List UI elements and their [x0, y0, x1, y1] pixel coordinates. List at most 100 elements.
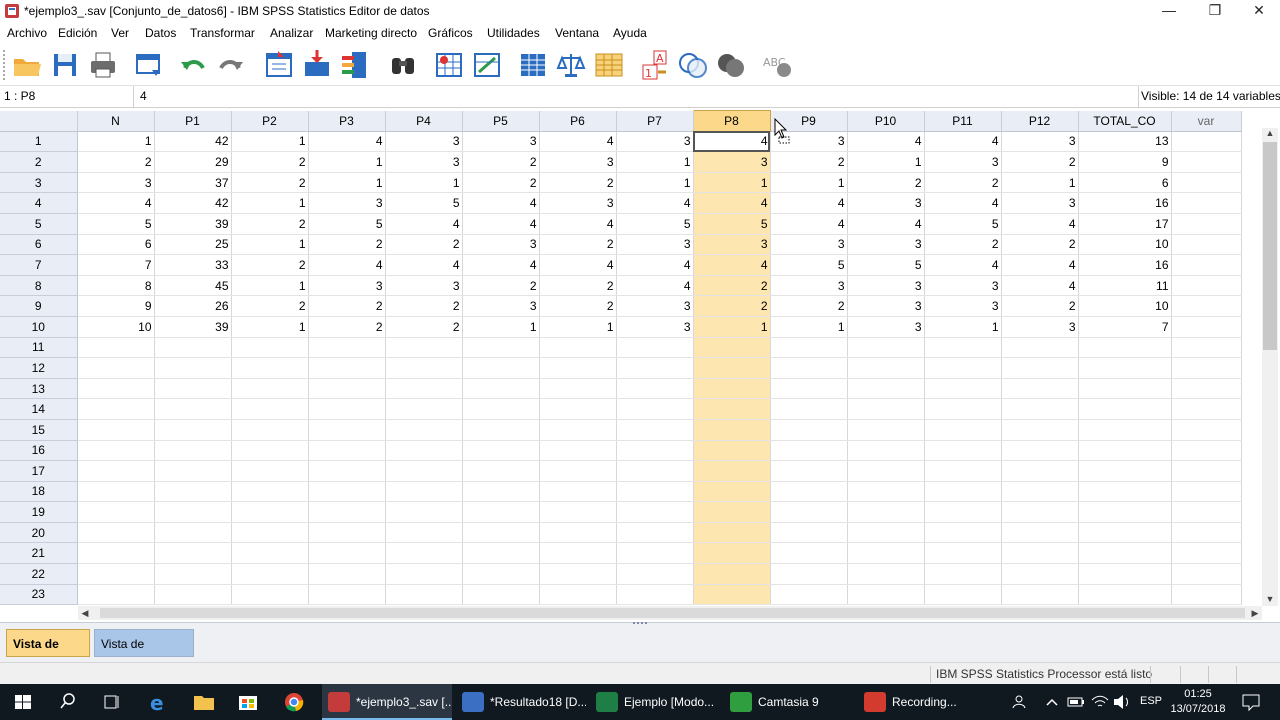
data-cell[interactable]: [693, 357, 771, 379]
data-cell[interactable]: 5: [770, 254, 848, 276]
data-cell[interactable]: 4: [539, 213, 617, 235]
tab-data-view[interactable]: Vista de datos: [6, 629, 90, 679]
search-icon[interactable]: [58, 684, 78, 720]
close-button[interactable]: ✕: [1236, 0, 1280, 22]
data-cell[interactable]: [1001, 522, 1079, 544]
data-cell[interactable]: [1171, 151, 1242, 173]
menu-datos[interactable]: Datos: [145, 26, 176, 40]
data-cell[interactable]: 4: [539, 254, 617, 276]
data-cell[interactable]: [616, 337, 694, 359]
save-icon[interactable]: [48, 48, 82, 82]
data-cell[interactable]: 5: [308, 213, 386, 235]
data-cell[interactable]: 3: [847, 234, 925, 256]
data-cell[interactable]: 13: [1078, 131, 1172, 153]
store-icon[interactable]: [236, 684, 260, 720]
data-cell[interactable]: [154, 398, 232, 420]
data-cell[interactable]: [1078, 357, 1172, 379]
data-cell[interactable]: [154, 522, 232, 544]
edge-browser-icon[interactable]: e: [148, 684, 172, 720]
column-header-p6[interactable]: P6: [539, 110, 617, 132]
data-cell[interactable]: 1: [308, 151, 386, 173]
data-cell[interactable]: [539, 460, 617, 482]
data-cell[interactable]: [539, 357, 617, 379]
data-cell[interactable]: 2: [539, 295, 617, 317]
data-cell[interactable]: 2: [77, 151, 155, 173]
data-cell[interactable]: 2: [308, 234, 386, 256]
data-cell[interactable]: [385, 419, 463, 441]
data-cell[interactable]: [462, 419, 540, 441]
spell-check-icon[interactable]: ABC: [760, 48, 794, 82]
data-cell[interactable]: [308, 584, 386, 606]
data-cell[interactable]: [231, 419, 309, 441]
row-header[interactable]: 4: [0, 192, 78, 214]
data-cell[interactable]: 1: [77, 131, 155, 153]
data-cell[interactable]: [1171, 460, 1242, 482]
data-cell[interactable]: [924, 501, 1002, 523]
task-excel[interactable]: Ejemplo [Modo...: [590, 684, 720, 720]
data-cell[interactable]: [154, 337, 232, 359]
data-cell[interactable]: 4: [462, 213, 540, 235]
data-cell[interactable]: 39: [154, 316, 232, 338]
data-cell[interactable]: 2: [231, 295, 309, 317]
data-cell[interactable]: [1171, 337, 1242, 359]
data-cell[interactable]: [385, 378, 463, 400]
data-cell[interactable]: 3: [539, 151, 617, 173]
data-cell[interactable]: 1: [385, 172, 463, 194]
restore-button[interactable]: ❐: [1192, 0, 1238, 22]
row-header[interactable]: 10: [0, 316, 78, 338]
data-cell[interactable]: 2: [924, 234, 1002, 256]
column-header-p7[interactable]: P7: [616, 110, 694, 132]
goto-variable-icon[interactable]: [300, 48, 334, 82]
data-cell[interactable]: [462, 398, 540, 420]
column-header-var[interactable]: var: [1171, 110, 1242, 132]
row-header[interactable]: 21: [0, 542, 78, 565]
data-cell[interactable]: [1171, 398, 1242, 420]
redo-icon[interactable]: [214, 48, 248, 82]
data-cell[interactable]: [1171, 378, 1242, 400]
data-cell[interactable]: 5: [385, 192, 463, 214]
input-language[interactable]: ESP: [1140, 695, 1162, 707]
battery-icon[interactable]: [1066, 684, 1086, 720]
data-cell[interactable]: [1001, 481, 1079, 503]
data-cell[interactable]: [924, 584, 1002, 606]
row-header[interactable]: 5: [0, 213, 78, 235]
data-cell[interactable]: [231, 398, 309, 420]
row-header[interactable]: 7: [0, 254, 78, 276]
goto-case-icon[interactable]: [262, 48, 296, 82]
data-cell[interactable]: [616, 481, 694, 503]
data-cell[interactable]: [1171, 481, 1242, 503]
data-cell[interactable]: [616, 563, 694, 585]
data-cell[interactable]: [616, 378, 694, 400]
row-header[interactable]: 16: [0, 440, 78, 462]
data-cell[interactable]: [539, 481, 617, 503]
data-cell[interactable]: [616, 522, 694, 544]
data-cell[interactable]: [77, 542, 155, 565]
data-cell[interactable]: [1001, 501, 1079, 523]
data-cell[interactable]: [693, 481, 771, 503]
data-cell[interactable]: [462, 357, 540, 379]
data-cell[interactable]: [847, 378, 925, 400]
data-cell[interactable]: 3: [924, 151, 1002, 173]
vertical-scroll-thumb[interactable]: [1263, 142, 1277, 350]
data-cell[interactable]: [385, 337, 463, 359]
data-cell[interactable]: [693, 419, 771, 441]
data-cell[interactable]: [924, 481, 1002, 503]
data-cell[interactable]: [770, 460, 848, 482]
data-cell[interactable]: [770, 419, 848, 441]
column-header-p2[interactable]: P2: [231, 110, 309, 132]
undo-icon[interactable]: [176, 48, 210, 82]
data-cell[interactable]: [1171, 501, 1242, 523]
show-all-variables-icon[interactable]: [714, 48, 748, 82]
data-cell[interactable]: [693, 563, 771, 585]
data-cell[interactable]: [77, 440, 155, 462]
data-cell[interactable]: [462, 522, 540, 544]
data-cell[interactable]: [231, 357, 309, 379]
data-cell[interactable]: 2: [770, 295, 848, 317]
data-cell[interactable]: 6: [1078, 172, 1172, 194]
data-cell[interactable]: 3: [847, 192, 925, 214]
chrome-icon[interactable]: [282, 684, 306, 720]
data-cell[interactable]: [1001, 584, 1079, 606]
data-cell[interactable]: [924, 542, 1002, 565]
row-header[interactable]: 12: [0, 357, 78, 379]
row-header[interactable]: 8: [0, 275, 78, 297]
